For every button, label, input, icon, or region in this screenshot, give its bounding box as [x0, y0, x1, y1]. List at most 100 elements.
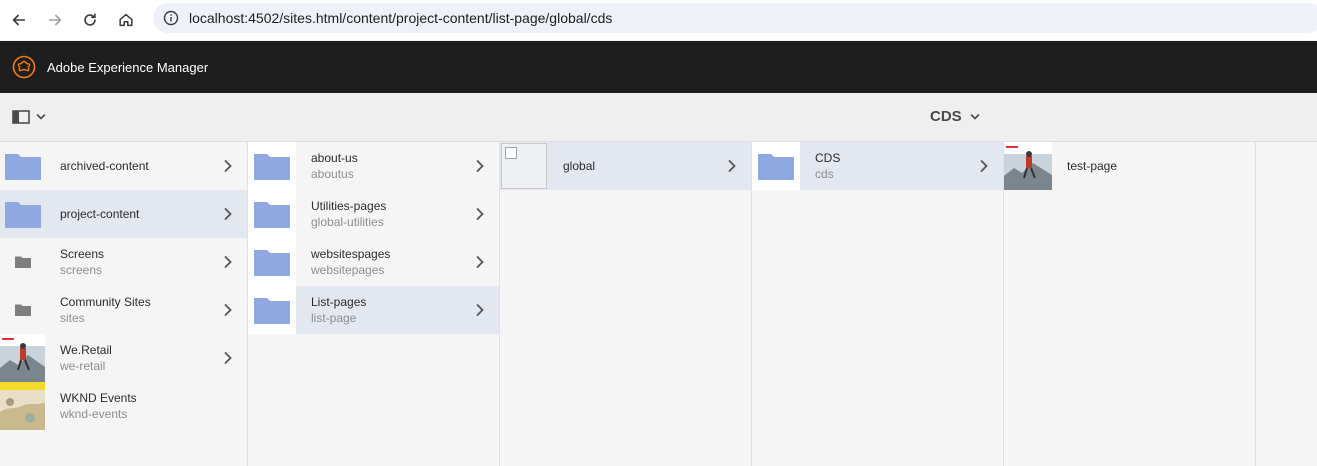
wknd-thumbnail [0, 382, 45, 430]
home-icon [119, 13, 133, 27]
address-bar[interactable]: localhost:4502/sites.html/content/projec… [153, 3, 1317, 33]
chevron-right-icon[interactable] [223, 255, 233, 269]
column-item-project-content[interactable]: project-content [0, 190, 247, 238]
chevron-right-icon[interactable] [223, 207, 233, 221]
arrow-left-icon [12, 14, 26, 26]
item-title: archived-content [60, 158, 149, 173]
item-subtitle: list-page [311, 310, 357, 325]
url-text: localhost:4502/sites.html/content/projec… [189, 10, 613, 26]
breadcrumb[interactable]: CDS [930, 108, 980, 125]
broken-image-icon [501, 143, 547, 189]
thumbnail [248, 142, 296, 190]
item-title: global [563, 158, 596, 173]
item-subtitle: wknd-events [60, 406, 128, 421]
thumbnail [248, 238, 296, 286]
chevron-right-icon[interactable] [475, 207, 485, 221]
home-button[interactable] [108, 2, 144, 38]
column-item-websitespages[interactable]: websitespages websitepages [248, 238, 499, 286]
browser-toolbar: localhost:4502/sites.html/content/projec… [0, 0, 1317, 40]
aem-logo-icon[interactable] [12, 55, 36, 79]
item-subtitle: screens [60, 262, 103, 277]
column-item-cds[interactable]: CDS cds [752, 142, 1003, 190]
chevron-right-icon[interactable] [223, 351, 233, 365]
arrow-right-icon [48, 14, 62, 26]
folder-icon [4, 154, 41, 180]
item-title: project-content [60, 206, 140, 221]
column-2: about-us aboutus Utilities-pages global-… [248, 142, 500, 466]
thumbnail [752, 142, 800, 190]
folder-icon [254, 298, 290, 324]
item-title: CDS [815, 150, 841, 165]
column-5: test-page [1004, 142, 1256, 466]
item-subtitle: sites [60, 310, 85, 325]
thumbnail [0, 382, 45, 430]
rail-toggle-button[interactable] [12, 109, 46, 125]
column-item-archived-content[interactable]: archived-content [0, 142, 247, 190]
app-header: Adobe Experience Manager [0, 41, 1317, 93]
folder-icon [758, 154, 794, 180]
actions-toolbar: CDS [0, 93, 1317, 142]
chevron-right-icon[interactable] [223, 303, 233, 317]
reload-icon [84, 13, 96, 26]
item-subtitle: aboutus [311, 166, 354, 181]
folder-icon [254, 202, 290, 228]
thumbnail [0, 286, 45, 334]
column-1: archived-content project-content Screens… [0, 142, 248, 466]
item-title: test-page [1067, 158, 1118, 173]
item-title: about-us [311, 150, 358, 165]
column-item-list-pages[interactable]: List-pages list-page [248, 286, 499, 334]
thumbnail [1004, 142, 1052, 190]
item-title: websitespages [311, 246, 391, 261]
thumbnail [248, 286, 296, 334]
chevron-right-icon[interactable] [727, 159, 737, 173]
chevron-right-icon[interactable] [475, 159, 485, 173]
folder-icon [254, 154, 290, 180]
thumbnail [0, 190, 45, 238]
reload-button[interactable] [72, 2, 108, 38]
column-3: global [500, 142, 752, 466]
page-thumbnail [1004, 142, 1052, 190]
item-subtitle: global-utilities [311, 214, 384, 229]
item-title: Screens [60, 246, 105, 261]
column-item-community-sites[interactable]: Community Sites sites [0, 286, 247, 334]
chevron-right-icon[interactable] [475, 303, 485, 317]
folder-icon [254, 250, 290, 276]
column-item-utilities-pages[interactable]: Utilities-pages global-utilities [248, 190, 499, 238]
chevron-right-icon[interactable] [979, 159, 989, 173]
app-title[interactable]: Adobe Experience Manager [47, 60, 208, 75]
item-title: WKND Events [60, 390, 137, 405]
column-item-screens[interactable]: Screens screens [0, 238, 247, 286]
site-info-icon[interactable] [163, 10, 179, 26]
chevron-down-icon [970, 113, 979, 120]
thumbnail [0, 142, 45, 190]
rail-icon [12, 110, 30, 124]
item-subtitle: we-retail [60, 358, 106, 373]
item-subtitle: cds [815, 166, 834, 181]
chevron-down-icon [36, 114, 46, 120]
back-button[interactable] [1, 2, 37, 38]
folder-icon [4, 202, 41, 228]
item-title: List-pages [311, 294, 367, 309]
item-title: Utilities-pages [311, 198, 387, 213]
item-title: Community Sites [60, 294, 151, 309]
small-folder-icon [14, 304, 31, 316]
column-item-wknd-events[interactable]: WKND Events wknd-events [0, 382, 247, 430]
we-retail-thumbnail [0, 334, 45, 382]
thumbnail [0, 238, 45, 286]
column-item-global[interactable]: global [500, 142, 751, 190]
chevron-right-icon[interactable] [223, 159, 233, 173]
column-item-test-page[interactable]: test-page [1004, 142, 1255, 190]
thumbnail [0, 334, 45, 382]
column-item-about-us[interactable]: about-us aboutus [248, 142, 499, 190]
column-6 [1256, 142, 1317, 466]
column-view: archived-content project-content Screens… [0, 142, 1317, 466]
thumbnail [500, 142, 548, 190]
column-4: CDS cds [752, 142, 1004, 466]
small-folder-icon [14, 256, 31, 268]
forward-button[interactable] [37, 2, 73, 38]
thumbnail [248, 190, 296, 238]
breadcrumb-title: CDS [930, 108, 962, 125]
item-title: We.Retail [60, 342, 112, 357]
column-item-we-retail[interactable]: We.Retail we-retail [0, 334, 247, 382]
chevron-right-icon[interactable] [475, 255, 485, 269]
